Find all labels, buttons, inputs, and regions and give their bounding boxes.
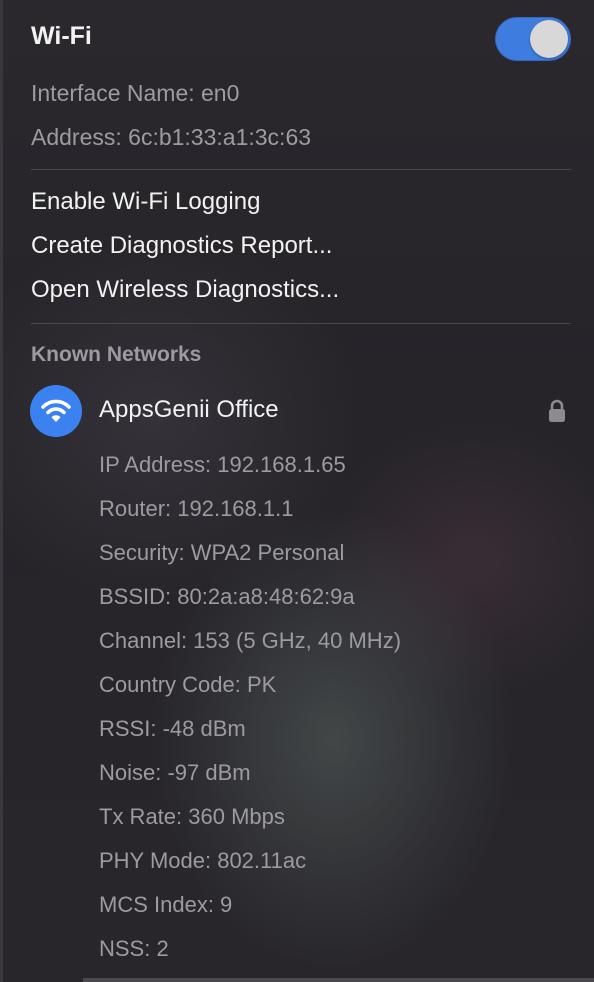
- detail-router: Router: 192.168.1.1: [99, 496, 294, 521]
- interface-address: Address: 6c:b1:33:a1:3c:63: [31, 124, 312, 150]
- divider: [31, 169, 571, 170]
- detail-tx-rate: Tx Rate: 360 Mbps: [99, 804, 285, 829]
- wifi-title: Wi-Fi: [31, 22, 92, 50]
- wifi-toggle[interactable]: [495, 17, 571, 61]
- network-name: AppsGenii Office: [99, 396, 279, 423]
- detail-bssid: BSSID: 80:2a:a8:48:62:9a: [99, 584, 355, 609]
- detail-phy-mode: PHY Mode: 802.11ac: [99, 848, 307, 873]
- menu-item-enable-wifi-logging[interactable]: Enable Wi-Fi Logging: [31, 188, 260, 216]
- bottom-edge: [83, 978, 594, 982]
- menu-item-create-diagnostics-report[interactable]: Create Diagnostics Report...: [31, 232, 332, 260]
- interface-name: Interface Name: en0: [31, 80, 240, 106]
- toggle-knob: [530, 20, 568, 58]
- lock-icon: [547, 399, 567, 428]
- wifi-menu-panel: Wi-Fi Interface Name: en0 Address: 6c:b1…: [0, 0, 594, 982]
- detail-rssi: RSSI: -48 dBm: [99, 716, 246, 741]
- detail-noise: Noise: -97 dBm: [99, 760, 251, 785]
- wifi-icon: [30, 385, 82, 437]
- network-item-appsgenii-office[interactable]: AppsGenii Office: [23, 375, 579, 447]
- detail-channel: Channel: 153 (5 GHz, 40 MHz): [99, 628, 402, 653]
- divider: [31, 323, 571, 324]
- detail-ip-address: IP Address: 192.168.1.65: [99, 452, 346, 477]
- known-networks-header: Known Networks: [31, 343, 202, 366]
- detail-mcs-index: MCS Index: 9: [99, 892, 233, 917]
- detail-country-code: Country Code: PK: [99, 672, 277, 697]
- detail-nss: NSS: 2: [99, 936, 169, 961]
- menu-item-open-wireless-diagnostics[interactable]: Open Wireless Diagnostics...: [31, 276, 339, 304]
- detail-security: Security: WPA2 Personal: [99, 540, 345, 565]
